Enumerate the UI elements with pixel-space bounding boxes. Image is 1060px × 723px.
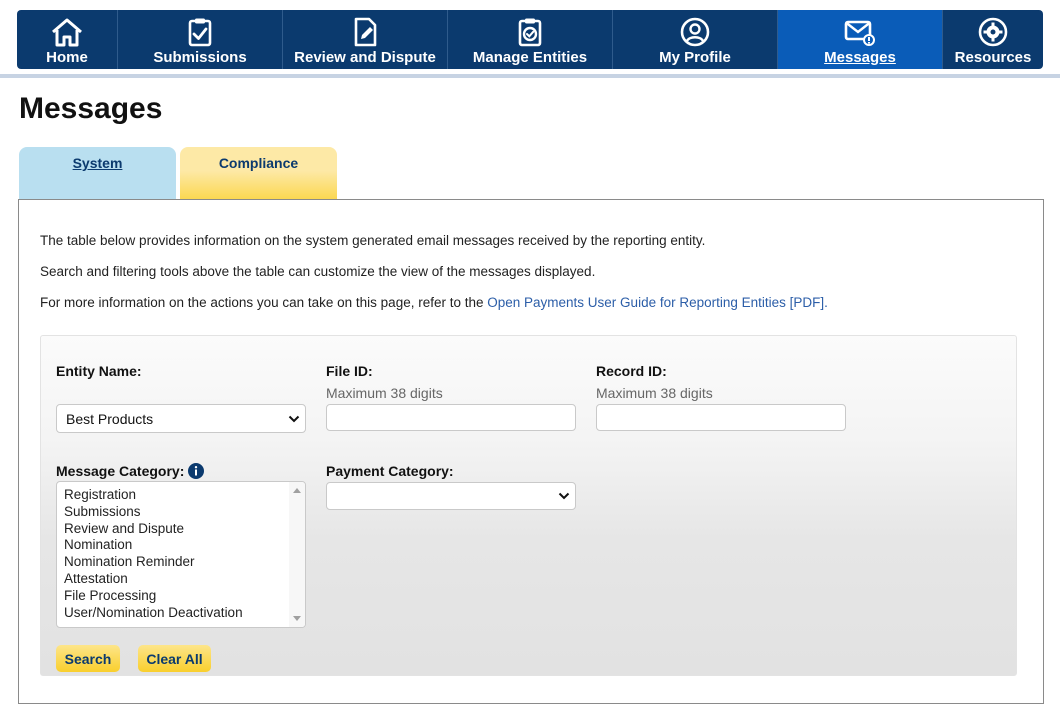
user-circle-icon bbox=[679, 15, 711, 47]
mail-alert-icon bbox=[843, 15, 877, 47]
document-edit-icon bbox=[350, 15, 380, 47]
nav-submissions-label: Submissions bbox=[153, 49, 247, 66]
file-id-hint: Maximum 38 digits bbox=[326, 385, 443, 401]
clipboard-badge-icon bbox=[515, 15, 545, 47]
clear-all-button[interactable]: Clear All bbox=[138, 645, 211, 672]
nav-resources-label: Resources bbox=[954, 49, 1032, 66]
intro-text: For more information on the actions you … bbox=[40, 295, 828, 310]
nav-manage-entities[interactable]: Manage Entities bbox=[448, 10, 613, 69]
entity-name-value: Best Products bbox=[66, 410, 154, 427]
tab-compliance[interactable]: Compliance bbox=[180, 147, 337, 200]
list-item[interactable]: File Processing bbox=[64, 588, 305, 605]
list-item[interactable]: Registration bbox=[64, 487, 305, 504]
file-id-label: File ID: bbox=[326, 363, 373, 379]
intro-text: The table below provides information on … bbox=[40, 233, 706, 248]
nav-home[interactable]: Home bbox=[17, 10, 118, 69]
message-category-listbox[interactable]: Registration Submissions Review and Disput… bbox=[56, 481, 306, 628]
list-item[interactable]: Nomination Reminder bbox=[64, 554, 305, 571]
message-category-options: Registration Submissions Review and Disput… bbox=[57, 482, 305, 621]
filter-form: Entity Name: Best Products File ID: Maxi… bbox=[40, 335, 1017, 676]
list-item[interactable]: Attestation bbox=[64, 571, 305, 588]
nav-messages[interactable]: Messages bbox=[778, 10, 943, 69]
record-id-input[interactable] bbox=[596, 404, 846, 431]
list-item[interactable]: Review and Dispute bbox=[64, 521, 305, 538]
record-id-label: Record ID: bbox=[596, 363, 667, 379]
file-id-input[interactable] bbox=[326, 404, 576, 431]
clipboard-check-icon bbox=[185, 15, 215, 47]
payment-category-label: Payment Category: bbox=[326, 463, 454, 479]
scroll-up-icon[interactable] bbox=[293, 488, 301, 493]
list-item[interactable]: User/Nomination Deactivation bbox=[64, 605, 305, 622]
nav-my-profile[interactable]: My Profile bbox=[613, 10, 778, 69]
nav-home-label: Home bbox=[46, 49, 88, 66]
page-title: Messages bbox=[19, 92, 163, 125]
list-item[interactable]: Nomination bbox=[64, 537, 305, 554]
nav-manage-entities-label: Manage Entities bbox=[472, 49, 588, 66]
record-id-hint: Maximum 38 digits bbox=[596, 385, 713, 401]
user-guide-link[interactable]: Open Payments User Guide for Reporting E… bbox=[487, 295, 828, 310]
nav-my-profile-label: My Profile bbox=[659, 49, 731, 66]
search-button[interactable]: Search bbox=[56, 645, 120, 672]
scroll-down-icon[interactable] bbox=[293, 616, 301, 621]
payment-category-select[interactable] bbox=[326, 482, 576, 510]
messages-panel: The table below provides information on … bbox=[18, 199, 1044, 704]
entity-name-label: Entity Name: bbox=[56, 363, 142, 379]
top-navigation: Home Submissions Review and Dispute Mana… bbox=[17, 10, 1043, 69]
chevron-down-icon bbox=[283, 415, 305, 423]
gear-icon bbox=[977, 15, 1009, 47]
entity-name-select[interactable]: Best Products bbox=[56, 404, 306, 433]
nav-submissions[interactable]: Submissions bbox=[118, 10, 283, 69]
nav-messages-label: Messages bbox=[824, 49, 896, 66]
info-icon[interactable] bbox=[188, 463, 205, 482]
message-category-label: Message Category: bbox=[56, 463, 185, 479]
nav-review-and-dispute[interactable]: Review and Dispute bbox=[283, 10, 448, 69]
intro-prefix: For more information on the actions you … bbox=[40, 295, 488, 310]
listbox-scrollbar[interactable] bbox=[289, 482, 305, 627]
list-item[interactable]: Submissions bbox=[64, 504, 305, 521]
nav-resources[interactable]: Resources bbox=[943, 10, 1043, 69]
tab-system[interactable]: System bbox=[19, 147, 176, 200]
intro-text: Search and filtering tools above the tab… bbox=[40, 264, 596, 279]
message-category-label-group: Message Category: bbox=[56, 463, 205, 482]
nav-divider bbox=[0, 74, 1060, 78]
chevron-down-icon bbox=[553, 492, 575, 500]
nav-review-and-dispute-label: Review and Dispute bbox=[294, 49, 436, 66]
home-icon bbox=[50, 15, 84, 47]
